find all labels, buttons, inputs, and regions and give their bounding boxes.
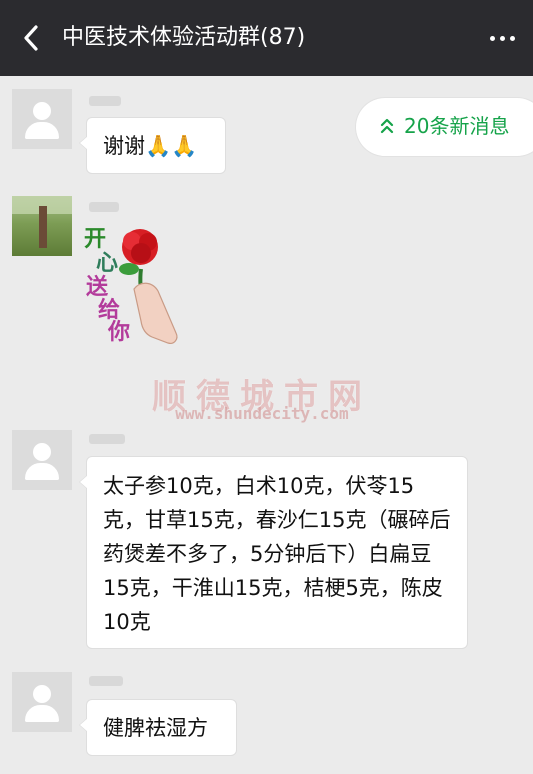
sticker-char: 你	[107, 320, 130, 345]
user-icon	[25, 463, 59, 480]
avatar[interactable]	[12, 672, 72, 732]
sender-name	[89, 202, 119, 212]
message-bubble[interactable]: 健脾祛湿方	[79, 699, 237, 756]
avatar-photo	[39, 206, 47, 248]
sender-name	[89, 96, 121, 106]
sender-name	[89, 676, 123, 686]
message-text: 谢谢🙏🙏	[103, 134, 198, 158]
message-text: 太子参10克，白术10克，伏苓15克，甘草15克，春沙仁15克（碾碎后药煲差不多…	[103, 474, 451, 634]
new-messages-label: 20条新消息	[404, 114, 510, 138]
hand-shape	[133, 282, 178, 344]
more-horizontal-icon	[499, 35, 505, 41]
leaf-shape	[119, 263, 139, 275]
avatar[interactable]	[12, 430, 72, 490]
watermark: 顺德城市网 www.shundecity.com	[150, 369, 374, 429]
user-icon	[33, 685, 51, 703]
sticker-char: 心	[96, 251, 118, 276]
user-icon	[33, 443, 51, 461]
new-messages-button[interactable]: 20条新消息	[356, 98, 533, 156]
back-button[interactable]	[16, 22, 48, 54]
message-bubble[interactable]: 谢谢🙏🙏	[79, 117, 226, 174]
chat-header: 中医技术体验活动群(87)	[0, 0, 533, 76]
sticker-char: 开	[84, 227, 106, 252]
chat-title: 中医技术体验活动群(87)	[62, 25, 306, 50]
double-chevron-up-icon	[380, 118, 394, 134]
rose-shape	[131, 243, 151, 263]
avatar[interactable]	[12, 196, 72, 256]
message-text: 健脾祛湿方	[103, 716, 208, 740]
watermark-title: 顺德城市网	[152, 377, 372, 417]
avatar[interactable]	[12, 89, 72, 149]
more-horizontal-icon	[489, 35, 495, 41]
message-bubble[interactable]: 太子参10克，白术10克，伏苓15克，甘草15克，春沙仁15克（碾碎后药煲差不多…	[79, 456, 468, 649]
more-horizontal-icon	[509, 35, 515, 41]
user-icon	[25, 122, 59, 139]
watermark-url: www.shundecity.com	[175, 404, 349, 423]
sticker-char: 送	[86, 274, 108, 300]
chevron-left-icon	[24, 25, 38, 51]
user-icon	[33, 102, 51, 120]
flower-sticker[interactable]: 开 心 送 给 你	[84, 221, 184, 347]
more-button[interactable]	[485, 25, 519, 51]
user-icon	[25, 705, 59, 722]
sender-name	[89, 434, 125, 444]
